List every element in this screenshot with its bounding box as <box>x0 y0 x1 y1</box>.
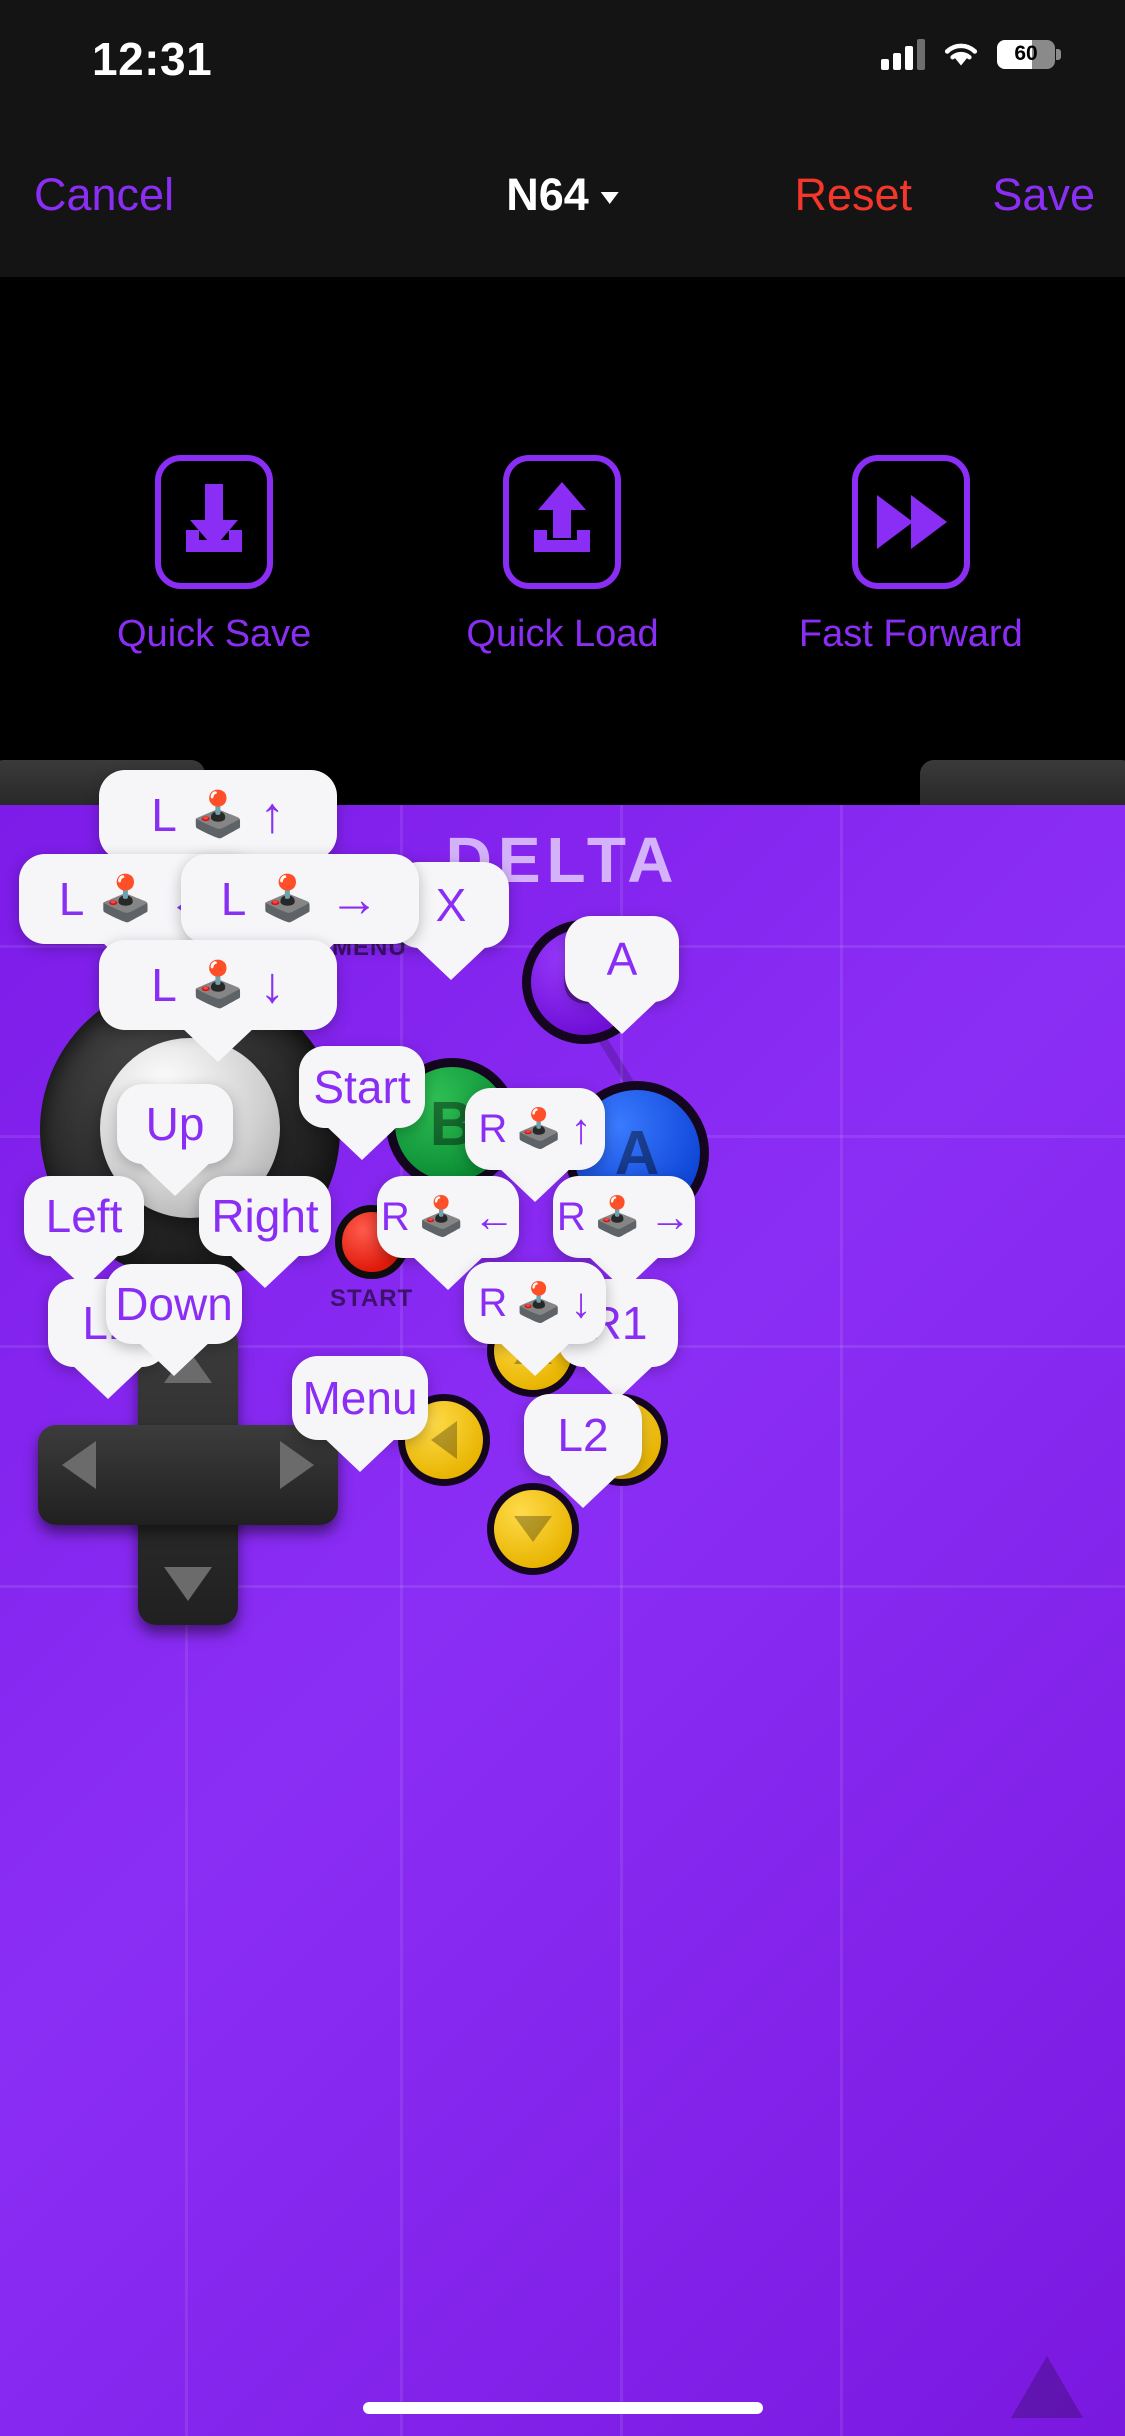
callout-tail-icon <box>324 1124 400 1160</box>
controller-body: DELTA MENU START B A <box>0 805 1125 2436</box>
callout-lstick-left-label: L <box>58 873 85 925</box>
callout-right-label: Right <box>211 1190 319 1242</box>
joystick-icon: 🕹️ <box>417 1196 466 1238</box>
reset-button[interactable]: Reset <box>794 169 912 221</box>
callout-lstick-right[interactable]: L 🕹️ → <box>181 854 419 976</box>
dpad-right-icon <box>280 1441 314 1489</box>
callout-lstick-up-label: L <box>151 789 177 841</box>
callout-down-label: Down <box>115 1278 233 1330</box>
callout-tail-icon <box>497 1340 573 1376</box>
arrow-up-icon: ↑ <box>259 787 285 843</box>
download-tray-icon <box>155 455 274 589</box>
callout-lstick-right-label: L <box>220 873 247 925</box>
joystick-icon: 🕹️ <box>190 960 246 1009</box>
status-indicators: 60 <box>881 38 1061 70</box>
delta-triangle-icon <box>1011 2356 1083 2418</box>
joystick-icon: 🕹️ <box>515 1282 563 1324</box>
callout-down[interactable]: Down <box>106 1264 242 1376</box>
callout-rstick-right[interactable]: R 🕹️ → <box>553 1176 695 1290</box>
dpad-down-icon <box>164 1567 212 1601</box>
callout-tail-icon <box>70 1363 146 1399</box>
callout-start[interactable]: Start <box>299 1046 425 1160</box>
home-indicator[interactable] <box>362 2402 763 2414</box>
arrow-right-icon: → <box>329 871 380 927</box>
quick-load-label: Quick Load <box>466 613 659 655</box>
callout-l2[interactable]: L2 <box>524 1394 642 1508</box>
callout-tail-icon <box>584 998 660 1034</box>
callout-lstick-down-label: L <box>151 959 177 1011</box>
joystick-icon: 🕹️ <box>190 790 246 839</box>
callout-tail-icon <box>545 1472 621 1508</box>
joystick-icon: 🕹️ <box>515 1108 563 1150</box>
callout-left[interactable]: Left <box>24 1176 144 1288</box>
arrow-left-icon: ← <box>473 1193 516 1240</box>
callout-rstick-left-label: R <box>380 1194 410 1239</box>
callout-up[interactable]: Up <box>117 1084 233 1196</box>
callout-a[interactable]: A <box>565 916 679 1034</box>
callout-lstick-up[interactable]: L 🕹️ ↑ <box>99 770 337 892</box>
fast-forward-icon <box>851 455 970 589</box>
callout-rstick-up[interactable]: R 🕹️ ↑ <box>465 1088 605 1202</box>
cellular-bars-icon <box>881 38 925 70</box>
callout-rstick-down[interactable]: R 🕹️ ↓ <box>464 1262 606 1376</box>
battery-icon: 60 <box>997 39 1061 69</box>
callout-tail-icon <box>180 1026 256 1062</box>
callout-lstick-down[interactable]: L 🕹️ ↓ <box>99 940 337 1062</box>
callout-a-label: A <box>606 933 638 985</box>
callout-tail-icon <box>322 1436 398 1472</box>
save-button[interactable]: Save <box>992 169 1095 221</box>
system-selector-label: N64 <box>506 168 589 220</box>
callout-tail-icon <box>413 944 489 980</box>
c-left-icon <box>431 1421 457 1459</box>
quick-save-button[interactable]: Quick Save <box>94 455 334 656</box>
battery-percent: 60 <box>1014 42 1038 65</box>
callout-menu[interactable]: Menu <box>292 1356 428 1472</box>
arrow-up-icon: ↑ <box>570 1105 592 1152</box>
quick-save-label: Quick Save <box>117 613 312 655</box>
callout-start-label: Start <box>313 1061 411 1113</box>
callout-rstick-right-label: R <box>556 1194 586 1239</box>
arrow-down-icon: ↓ <box>259 957 285 1013</box>
upload-tray-icon <box>503 455 622 589</box>
callout-tail-icon <box>136 1340 212 1376</box>
c-down-icon <box>514 1516 552 1542</box>
dpad-left-icon <box>62 1441 96 1489</box>
system-selector-dropdown[interactable]: N64 <box>506 169 619 221</box>
status-bar: 12:31 60 <box>0 0 1125 112</box>
wifi-icon <box>944 43 978 66</box>
navigation-bar: Cancel N64 Reset Save <box>0 112 1125 277</box>
callout-left-label: Left <box>45 1190 123 1242</box>
callout-menu-label: Menu <box>302 1372 418 1424</box>
callout-rstick-left[interactable]: R 🕹️ ← <box>377 1176 519 1290</box>
quick-load-button[interactable]: Quick Load <box>442 455 682 656</box>
callout-up-label: Up <box>145 1098 205 1150</box>
arrow-right-icon: → <box>649 1193 692 1240</box>
callout-l2-label: L2 <box>557 1409 609 1461</box>
callout-x-label: X <box>435 879 467 931</box>
chevron-down-icon <box>600 191 619 204</box>
fast-forward-button[interactable]: Fast Forward <box>791 455 1031 656</box>
cancel-button[interactable]: Cancel <box>34 169 174 221</box>
callout-rstick-up-label: R <box>478 1106 508 1151</box>
fast-forward-label: Fast Forward <box>798 613 1023 655</box>
callout-right[interactable]: Right <box>199 1176 331 1288</box>
joystick-icon: 🕹️ <box>98 874 154 923</box>
status-time: 12:31 <box>92 33 213 85</box>
joystick-icon: 🕹️ <box>593 1196 642 1238</box>
arrow-down-icon: ↓ <box>570 1279 592 1326</box>
callout-rstick-down-label: R <box>478 1280 508 1325</box>
joystick-icon: 🕹️ <box>260 874 316 923</box>
phone-screen: 12:31 60 Cancel N64 Reset Save Quick Sav… <box>0 0 1125 2436</box>
action-button-row: Quick Save Quick Load Fast Forward <box>0 455 1125 656</box>
